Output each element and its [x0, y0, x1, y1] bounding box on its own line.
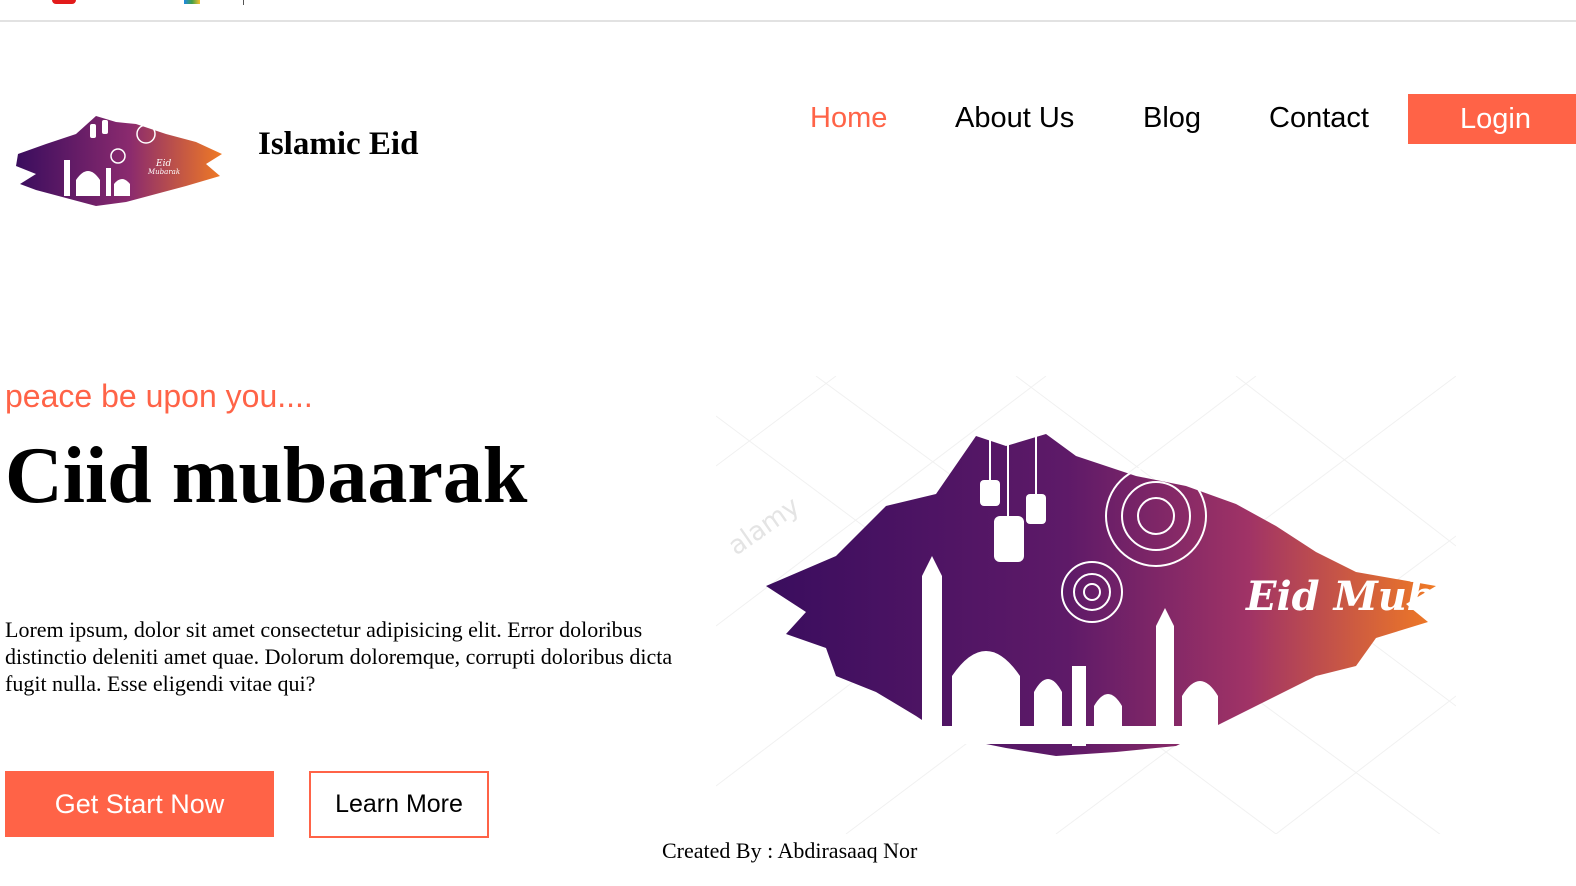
nav-link-contact[interactable]: Contact — [1269, 102, 1369, 135]
hero-tagline: peace be upon you.... — [5, 378, 313, 414]
hero-description: Lorem ipsum, dolor sit amet consectetur … — [5, 617, 673, 696]
login-button[interactable]: Login — [1408, 94, 1576, 144]
nav-link-blog[interactable]: Blog — [1143, 102, 1201, 135]
logo-lettering-2: Mubarak — [147, 168, 180, 176]
bookmark-separator — [243, 0, 244, 5]
hero-headline: Ciid mubaarak — [5, 432, 528, 520]
main-nav: Home About Us Blog Contact Login — [0, 94, 1576, 144]
eid-lettering: Eid Mubarak — [1245, 573, 1456, 620]
learn-more-button[interactable]: Learn More — [309, 771, 489, 838]
hero-illustration: Eid Mubarak alamy — [716, 376, 1456, 834]
alamy-watermark: alamy — [723, 491, 806, 561]
youtube-bookmark-icon[interactable] — [52, 0, 76, 4]
footer-credit: Created By : Abdirasaaq Nor — [662, 838, 918, 863]
browser-toolbar-strip — [0, 0, 1576, 22]
drive-bookmark-icon[interactable] — [184, 0, 200, 4]
nav-link-about-us[interactable]: About Us — [955, 102, 1074, 135]
nav-link-home[interactable]: Home — [810, 102, 887, 135]
get-started-button[interactable]: Get Start Now — [5, 771, 274, 837]
